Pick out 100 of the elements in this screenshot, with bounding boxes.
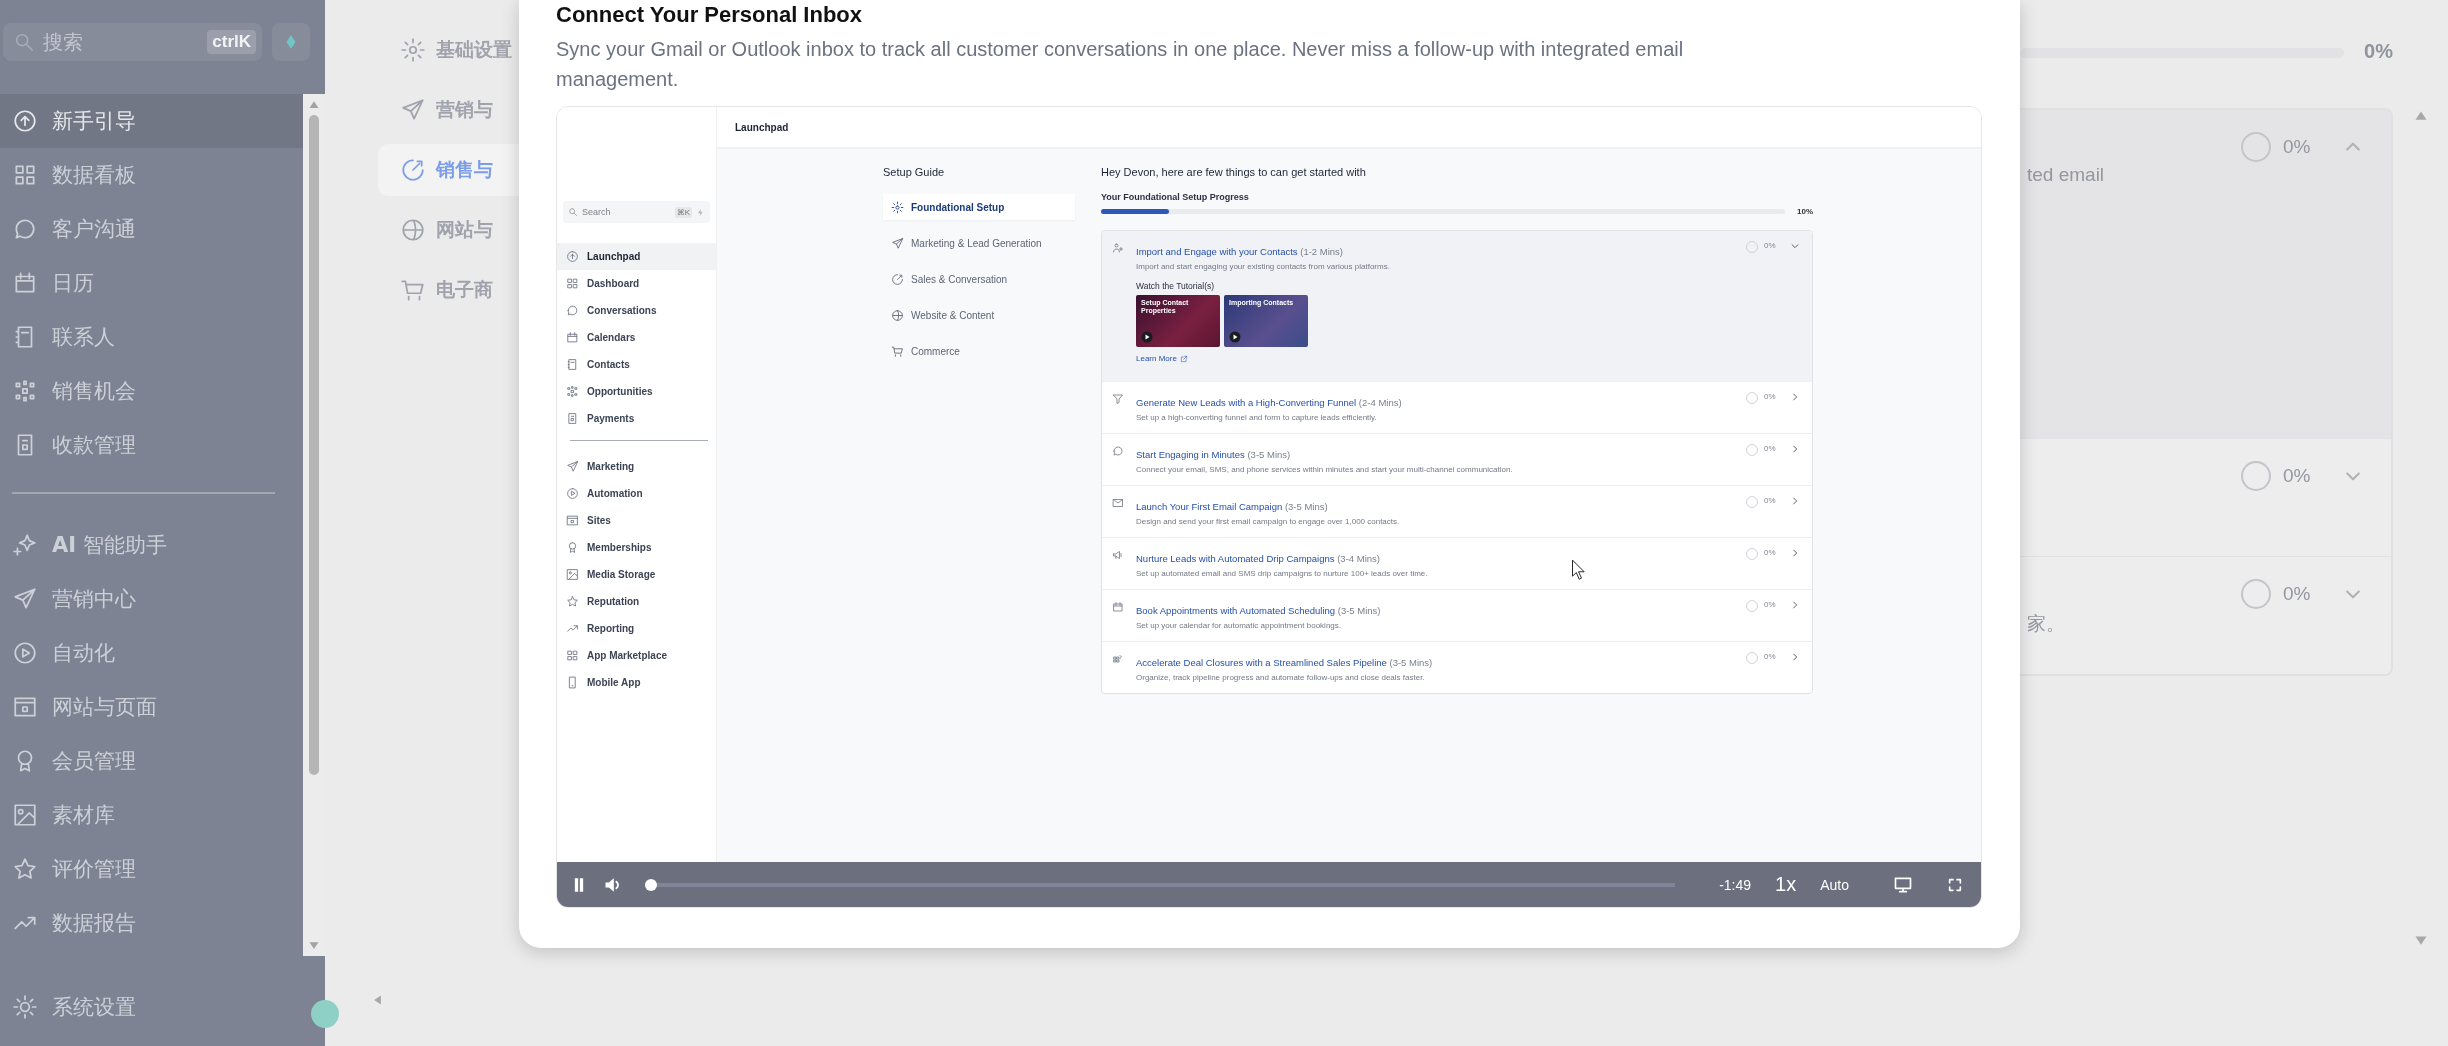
shortcut-badge: ctrlK [207,30,256,54]
chevron-right-icon [1790,444,1800,454]
guide-item[interactable]: Marketing & Lead Generation [883,230,1075,256]
nav-item[interactable]: Dashboard [557,270,716,297]
nav-item[interactable]: Contacts [557,351,716,378]
nav-item[interactable]: Reporting [557,615,716,642]
progress-ring [2241,461,2271,491]
guide-item[interactable]: Website & Content [883,302,1075,328]
paper-plane-icon [891,236,904,250]
task-description: Set up a high-converting funnel and form to capture leads efficiently. [1136,413,1378,422]
task-row[interactable]: Book Appointments with Automated Scheduling (3-5 Mins) Set up your calendar for automatic appointment bookings. 0% [1102,589,1812,641]
nav-item[interactable]: Mobile App [557,669,716,696]
page-title: Launchpad [735,121,789,133]
chat-bubble-icon [12,216,38,242]
chat-bubble-icon [1112,445,1124,457]
chevron-right-icon [1790,496,1800,506]
scroll-down-icon[interactable] [2413,935,2428,946]
chevron-right-icon [1790,600,1800,610]
nav-item[interactable]: Launchpad [557,243,716,270]
task-row[interactable]: Generate New Leads with a High-Converting Funnel (2-4 Mins) Set up a high-converting funnel and form to capture leads efficiently. 0% [1102,381,1812,433]
star-icon [12,856,38,882]
search-field[interactable]: Search ⌘K [563,201,710,223]
progress-ring [2241,132,2271,162]
sun-icon [400,37,426,63]
cart-icon [400,277,426,303]
video-player[interactable] [556,106,1982,908]
chevron-down-icon [1790,241,1800,251]
guide-item[interactable]: Sales & Conversation [883,266,1075,292]
nav-item[interactable]: Reputation [557,588,716,615]
scroll-up-icon[interactable] [2413,110,2428,121]
award-icon [566,541,579,554]
nav-item[interactable]: Media Storage [557,561,716,588]
task-description: Set up automated email and SMS drip campaigns to nurture 100+ leads over time. [1136,569,1429,578]
contact-book-icon [566,358,579,371]
nav-item[interactable]: 新手引导 [0,94,303,148]
task-description: Design and send your first email campaign to engage over 1,000 contacts. [1136,517,1401,526]
task-reading: 0% [2283,465,2312,487]
cursor-icon [1571,559,1586,580]
trend-icon [566,622,579,635]
scroll-up-icon [308,100,320,109]
task-row[interactable]: Accelerate Deal Closures with a Streamlined Sales Pipeline (3-5 Mins) Organize, track pipeline progress and automate follow-ups and close deals faster. 0% [1102,641,1812,693]
add-user-icon [1112,242,1124,254]
lightning-icon [696,207,705,217]
quality-button[interactable]: Auto [1820,876,1879,893]
nav-item[interactable]: Payments [557,405,716,432]
guide-item[interactable]: Foundational Setup [883,194,1075,220]
mail-icon [1112,497,1124,509]
chevron-right-icon [1790,548,1800,558]
chevron-right-icon [1790,392,1800,402]
pipeline-icon [1112,653,1124,665]
task-reading: 0% [1764,392,1777,401]
task-row[interactable]: Launch Your First Email Campaign (3-5 Mins) Design and send your first email campaign to engage over 1,000 contacts. 0% [1102,485,1812,537]
search-placeholder: Search [582,207,612,217]
scroll-left-icon[interactable] [373,994,382,1006]
nav-item[interactable]: Marketing [557,453,716,480]
shortcut-badge: ⌘K [674,206,692,218]
nav-item[interactable]: Automation [557,480,716,507]
nav-item[interactable]: Sites [557,507,716,534]
task-reading: 0% [1764,548,1777,557]
sparkle-icon [12,532,38,558]
progress-reading: 0% [2364,40,2393,63]
chevron-right-icon [1790,652,1800,662]
task-title: Generate New Leads with a High-Converting Funnel (2-4 Mins) [1136,397,1402,408]
guide-item[interactable]: Commerce [883,338,1075,364]
browser-window-icon [12,694,38,720]
nav-item[interactable]: Conversations [557,297,716,324]
nav-item[interactable]: Opportunities [557,378,716,405]
speed-button[interactable]: 1x [1765,873,1807,896]
settings-icon [12,994,38,1020]
image-icon [566,568,579,581]
nav-item[interactable]: Memberships [557,534,716,561]
modal-description: Sync your Gmail or Outlook inbox to track all customer conversations in one place. Never miss a follow-up with integrated email management. [556,37,1685,92]
task-title: Accelerate Deal Closures with a Streamlined Sales Pipeline (3-5 Mins) [1136,657,1433,668]
learn-more-link[interactable]: Learn More [1136,354,1188,363]
paper-plane-icon [566,460,579,473]
fullscreen-icon[interactable] [1947,876,1963,893]
collapse-handle[interactable] [311,1000,339,1028]
ai-button[interactable] [272,23,310,61]
dots-icon [12,378,38,404]
gauge-icon [891,272,904,286]
guide-title: Setup Guide [883,165,946,180]
dots-icon [566,385,579,398]
search-icon [13,31,35,53]
task-description: 家。 [2027,612,2065,636]
task-reading: 0% [2283,583,2312,605]
task-row[interactable]: Start Engaging in Minutes (3-5 Mins) Connect your email, SMS, and phone services within minutes and start your multi-channel communication. 0% [1102,433,1812,485]
task-description: ted email [2027,164,2105,186]
rocket-icon [566,250,579,263]
nav-item[interactable]: App Marketplace [557,642,716,669]
task-title: Book Appointments with Automated Scheduling (3-5 Mins) [1136,605,1381,616]
scrollbar[interactable] [303,94,325,956]
seek-thumb[interactable] [645,878,657,891]
nav-item[interactable]: Calendars [557,324,716,351]
task-reading: 0% [1764,241,1777,250]
play-icon [1141,331,1153,343]
calendar-icon [12,270,38,296]
cart-icon [891,344,904,358]
progress-reading: 10% [1797,207,1813,216]
progress-label: Your Foundational Setup Progress [1101,192,1250,202]
funnel-icon [1112,393,1124,405]
